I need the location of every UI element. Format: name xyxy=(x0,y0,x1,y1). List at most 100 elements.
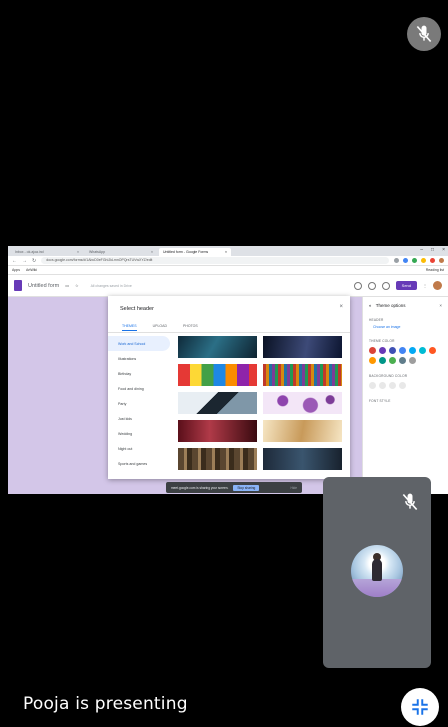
forms-logo-icon xyxy=(14,280,22,291)
color-swatch[interactable] xyxy=(409,357,416,364)
theme-panel-title: Theme options xyxy=(375,303,406,308)
address-bar: ← → ↻ docs.google.com/forms/d/1AbcD0eFGh… xyxy=(8,256,448,266)
color-swatch[interactable] xyxy=(379,347,386,354)
select-header-dialog: Select header × THEMES UPLOAD PHOTOS Wor… xyxy=(108,296,350,479)
color-swatch[interactable] xyxy=(369,382,376,389)
header-label: HEADER xyxy=(369,318,384,322)
color-swatch[interactable] xyxy=(379,357,386,364)
color-swatch[interactable] xyxy=(429,347,436,354)
tab-photos[interactable]: PHOTOS xyxy=(183,324,198,331)
color-swatch[interactable] xyxy=(399,357,406,364)
save-status: All changes saved in Drive xyxy=(90,283,132,288)
category-item[interactable]: Night out xyxy=(108,441,170,456)
settings-icon[interactable] xyxy=(381,281,390,290)
tab-themes[interactable]: THEMES xyxy=(122,324,137,331)
bookmarks-bar: Apps ArtWiki Reading list xyxy=(8,266,448,275)
more-icon[interactable]: ⋮ xyxy=(423,283,427,288)
browser-tab-active[interactable]: Untitled form - Google Forms × xyxy=(159,248,231,256)
account-avatar[interactable] xyxy=(433,281,442,290)
banner-text: meet.google.com is sharing your screen. xyxy=(171,485,229,490)
minimize-button[interactable] xyxy=(401,688,439,726)
dialog-tabs: THEMES UPLOAD PHOTOS xyxy=(122,324,198,331)
forms-header: Untitled form ▭ ☆ All changes saved in D… xyxy=(8,275,448,297)
color-swatch[interactable] xyxy=(399,382,406,389)
theme-panel-header: ◐ Theme options × xyxy=(369,303,442,308)
header-thumbnail[interactable] xyxy=(178,420,257,442)
category-item[interactable]: Wedding xyxy=(108,426,170,441)
mic-off-icon xyxy=(416,25,432,43)
category-item[interactable]: Birthday xyxy=(108,366,170,381)
header-thumbnail[interactable] xyxy=(178,392,257,414)
header-thumbnail[interactable] xyxy=(178,364,257,386)
self-video-tile[interactable] xyxy=(323,477,431,668)
tab-upload[interactable]: UPLOAD xyxy=(153,324,167,331)
color-swatch[interactable] xyxy=(369,347,376,354)
color-swatch[interactable] xyxy=(409,347,416,354)
palette-icon[interactable] xyxy=(353,281,362,290)
screen-share-banner: meet.google.com is sharing your screen. … xyxy=(166,482,302,493)
send-button[interactable]: Send xyxy=(395,281,417,290)
url-field[interactable]: docs.google.com/forms/d/1AbcD0eFGhIJkLmn… xyxy=(41,257,389,264)
extension-icon[interactable] xyxy=(430,258,435,263)
category-item[interactable]: Food and dining xyxy=(108,381,170,396)
color-swatch[interactable] xyxy=(419,347,426,354)
header-thumbnail[interactable] xyxy=(263,392,342,414)
mic-off-icon xyxy=(402,493,418,511)
preview-icon[interactable] xyxy=(367,281,376,290)
profile-icon[interactable] xyxy=(439,258,444,263)
back-icon[interactable]: ← xyxy=(12,258,17,264)
color-swatch[interactable] xyxy=(399,347,406,354)
divider xyxy=(108,332,350,333)
browser-tab[interactable]: Inbox - ok.ajoa.ind × xyxy=(11,248,83,256)
color-swatch[interactable] xyxy=(389,382,396,389)
forms-actions: Send ⋮ xyxy=(353,281,442,290)
color-swatch[interactable] xyxy=(379,382,386,389)
mic-off-indicator xyxy=(399,491,421,513)
color-swatch[interactable] xyxy=(389,347,396,354)
background-swatches xyxy=(369,382,439,389)
category-item[interactable]: Sports and games xyxy=(108,456,170,471)
category-item[interactable]: Work and School xyxy=(108,336,170,351)
category-list: Work and School Illustrations Birthday F… xyxy=(108,336,170,471)
background-color-label: BACKGROUND COLOR xyxy=(369,374,408,378)
stop-sharing-button[interactable]: Stop sharing xyxy=(233,484,260,491)
folder-icon[interactable]: ▭ xyxy=(65,283,69,288)
header-thumbnail[interactable] xyxy=(263,364,342,386)
reload-icon[interactable]: ↻ xyxy=(32,258,36,264)
extension-icon[interactable] xyxy=(403,258,408,263)
presenter-label: Pooja is presenting xyxy=(23,694,188,714)
extension-icon[interactable] xyxy=(421,258,426,263)
extension-icon[interactable] xyxy=(394,258,399,263)
theme-color-label: THEME COLOR xyxy=(369,339,395,343)
header-thumbnail-grid xyxy=(178,336,342,470)
hide-button[interactable]: Hide xyxy=(290,486,297,490)
bookmark-artwiki[interactable]: ArtWiki xyxy=(26,268,37,272)
header-thumbnail[interactable] xyxy=(263,336,342,358)
reading-list[interactable]: Reading list xyxy=(426,268,444,272)
avatar xyxy=(351,545,403,597)
extension-icon[interactable] xyxy=(412,258,417,263)
theme-options-panel: ◐ Theme options × HEADER Choose an image… xyxy=(362,297,448,494)
palette-icon: ◐ xyxy=(369,303,372,308)
header-thumbnail[interactable] xyxy=(263,420,342,442)
font-style-label: FONT STYLE xyxy=(369,399,391,403)
header-thumbnail[interactable] xyxy=(178,448,257,470)
window-controls[interactable]: – □ × xyxy=(420,247,445,253)
category-item[interactable]: Illustrations xyxy=(108,351,170,366)
color-swatch[interactable] xyxy=(389,357,396,364)
close-icon[interactable]: × xyxy=(339,304,343,310)
bookmark-apps[interactable]: Apps xyxy=(12,268,20,272)
star-icon[interactable]: ☆ xyxy=(75,283,79,288)
choose-image-link[interactable]: Choose an image xyxy=(369,325,442,329)
header-thumbnail[interactable] xyxy=(178,336,257,358)
shared-screen: Inbox - ok.ajoa.ind × WhatsApp × Untitled … xyxy=(8,246,448,494)
form-title[interactable]: Untitled form xyxy=(28,283,59,289)
browser-tab[interactable]: WhatsApp × xyxy=(85,248,157,256)
category-item[interactable]: Party xyxy=(108,396,170,411)
close-icon[interactable]: × xyxy=(439,303,442,308)
header-thumbnail[interactable] xyxy=(263,448,342,470)
forward-icon[interactable]: → xyxy=(22,258,27,264)
category-item[interactable]: Just kids xyxy=(108,411,170,426)
mic-off-indicator xyxy=(407,17,441,51)
color-swatch[interactable] xyxy=(369,357,376,364)
